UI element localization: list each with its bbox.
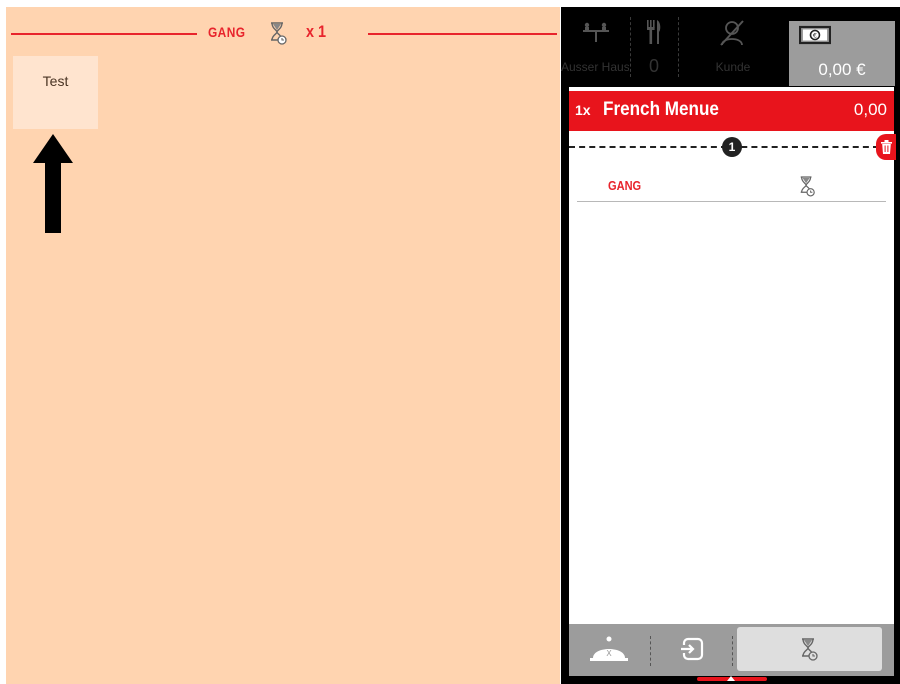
- order-item-name: French Menue: [603, 99, 719, 120]
- banknote-icon: €: [799, 25, 831, 45]
- cloche-icon: X: [590, 636, 628, 661]
- course-header-line-left: [11, 33, 197, 35]
- order-list: 1x French Menue 0,00 1 GANG: [569, 87, 896, 624]
- course-line-label: GANG: [608, 178, 642, 193]
- hourglass-clock-icon: [800, 176, 815, 197]
- pos-bottombar: X: [569, 624, 894, 676]
- total-amount: 0,00 €: [818, 60, 866, 79]
- customer-label: Kunde: [715, 60, 751, 74]
- guests-count: 0: [648, 56, 659, 76]
- customer-off-icon: [720, 20, 744, 46]
- order-item-qty: 1x: [575, 102, 591, 118]
- product-panel: GANG x 1 Test: [6, 7, 560, 684]
- svg-text:€: €: [813, 32, 817, 40]
- takeaway-button[interactable]: Ausser Haus: [561, 7, 629, 87]
- hourglass-clock-icon: [271, 22, 287, 45]
- pos-panel: Ausser Haus 0 Kunde € 0,00 € 1x French M…: [561, 7, 900, 684]
- pos-topbar: Ausser Haus 0 Kunde € 0,00 €: [561, 7, 900, 87]
- product-tile-test[interactable]: Test: [13, 56, 98, 129]
- up-arrow-indicator: [33, 134, 73, 233]
- course-header-line-right: [368, 33, 557, 35]
- product-tile-label: Test: [42, 73, 69, 89]
- course-header-label: GANG: [208, 24, 246, 40]
- order-item-price: 0,00: [853, 100, 887, 119]
- payment-button[interactable]: € 0,00 €: [789, 21, 895, 86]
- takeaway-label: Ausser Haus: [561, 60, 629, 74]
- takeaway-icon: [583, 22, 609, 42]
- exit-icon: [680, 637, 704, 661]
- drawer-handle-arrow: [727, 676, 735, 681]
- course-header[interactable]: GANG x 1: [6, 7, 560, 47]
- delete-course-button[interactable]: [876, 134, 896, 160]
- order-item-row[interactable]: 1x French Menue 0,00: [569, 91, 894, 131]
- serve-button[interactable]: X: [569, 624, 649, 676]
- bottombar-separator: [732, 636, 734, 666]
- exit-button[interactable]: [651, 624, 731, 676]
- cutlery-icon: [647, 20, 661, 44]
- hourglass-clock-icon: [802, 638, 818, 661]
- course-number-badge[interactable]: 1: [722, 137, 742, 157]
- guests-button[interactable]: 0: [631, 7, 677, 87]
- customer-button[interactable]: Kunde: [679, 7, 787, 87]
- trash-icon: [881, 140, 892, 154]
- svg-text:X: X: [606, 649, 612, 658]
- course-hourglass-button[interactable]: [737, 627, 882, 671]
- course-line[interactable]: GANG: [577, 175, 886, 202]
- course-count: x 1: [306, 22, 327, 41]
